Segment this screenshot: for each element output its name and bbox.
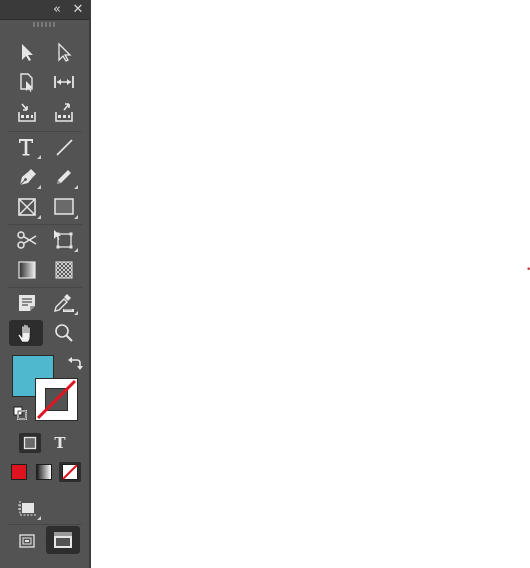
eyedropper-tool[interactable]: [49, 290, 79, 316]
zoom-tool[interactable]: [49, 320, 79, 346]
submenu-indicator-icon: [37, 516, 41, 520]
default-fill-stroke-button[interactable]: [13, 405, 27, 424]
page-tool-icon: [20, 73, 33, 92]
container-icon: [23, 436, 37, 450]
type-tool[interactable]: [12, 134, 42, 160]
submenu-indicator-icon: [74, 248, 78, 252]
line-tool-icon: [56, 139, 73, 156]
apply-none-button[interactable]: [59, 462, 81, 482]
rectangle-frame-tool[interactable]: [12, 194, 42, 220]
gradient-feather-tool-icon: [55, 261, 73, 279]
selection-tool[interactable]: [12, 39, 42, 65]
formatting-affects-text-button[interactable]: T: [50, 433, 70, 453]
type-tool-icon: [19, 139, 33, 156]
content-collector-icon: [18, 103, 36, 122]
tool-separator: [8, 287, 82, 288]
line-tool[interactable]: [49, 134, 79, 160]
scissors-tool[interactable]: [12, 227, 42, 253]
tools-panel: « ✕ T: [0, 0, 91, 568]
pen-tool-icon: [19, 169, 36, 186]
rectangle-tool[interactable]: [49, 194, 79, 220]
gradient-swatch-tool-icon: [18, 261, 36, 279]
none-icon: [62, 464, 78, 480]
page-tool[interactable]: [12, 69, 42, 95]
swap-arrow-icon: [68, 357, 83, 370]
preview-mode-icon: [18, 501, 36, 516]
eyedropper-tool-icon: [54, 294, 74, 312]
pencil-tool-icon: [57, 170, 71, 184]
close-icon: ✕: [72, 2, 84, 17]
tool-separator: [8, 131, 82, 132]
stroke-swatch[interactable]: [35, 378, 78, 421]
submenu-indicator-icon: [74, 215, 78, 219]
free-transform-tool[interactable]: [49, 227, 79, 253]
scissors-tool-icon: [17, 231, 37, 249]
presentation-view-button[interactable]: [46, 526, 80, 554]
submenu-indicator-icon: [37, 155, 41, 159]
apply-gradient-button[interactable]: [36, 464, 52, 480]
free-transform-tool-icon: [54, 230, 73, 249]
panel-titlebar: « ✕: [0, 0, 89, 20]
rectangle-tool-icon: [54, 198, 74, 215]
apply-color-button[interactable]: [11, 464, 27, 480]
zoom-tool-icon: [55, 324, 73, 342]
content-collector-tool[interactable]: [12, 100, 42, 126]
gap-tool[interactable]: [49, 69, 79, 95]
collapse-panel-button[interactable]: «: [49, 2, 65, 18]
content-placer-icon: [55, 103, 73, 122]
submenu-indicator-icon: [74, 311, 78, 315]
gap-tool-icon: [54, 76, 74, 88]
direct-selection-tool[interactable]: [49, 39, 79, 65]
presentation-view-icon: [54, 532, 72, 548]
rectangle-frame-tool-icon: [18, 198, 36, 216]
tool-separator: [8, 224, 82, 225]
pen-tool[interactable]: [12, 164, 42, 190]
close-panel-button[interactable]: ✕: [70, 2, 86, 18]
pencil-tool[interactable]: [49, 164, 79, 190]
tool-separator: [8, 524, 82, 525]
hand-tool[interactable]: [9, 320, 43, 346]
normal-view-icon: [19, 534, 35, 548]
text-formatting-icon: T: [54, 434, 66, 452]
gradient-swatch-tool[interactable]: [12, 257, 42, 283]
note-tool[interactable]: [12, 290, 42, 316]
gradient-feather-tool[interactable]: [49, 257, 79, 283]
double-chevron-left-icon: «: [53, 2, 61, 17]
content-placer-tool[interactable]: [49, 100, 79, 126]
canvas-mark: •: [526, 266, 530, 275]
none-slash-icon: [36, 379, 77, 420]
screen-mode-button[interactable]: [12, 495, 42, 521]
swap-fill-stroke-button[interactable]: [67, 355, 83, 375]
direct-selection-tool-icon: [58, 42, 72, 62]
default-colors-icon: [13, 406, 27, 420]
panel-grip[interactable]: [33, 22, 57, 27]
submenu-indicator-icon: [37, 185, 41, 189]
formatting-affects-container-button[interactable]: [19, 433, 41, 453]
normal-view-button[interactable]: [12, 528, 42, 554]
submenu-indicator-icon: [37, 215, 41, 219]
note-tool-icon: [19, 295, 35, 311]
submenu-indicator-icon: [74, 185, 78, 189]
hand-tool-icon: [17, 323, 31, 343]
selection-tool-icon: [22, 44, 33, 61]
